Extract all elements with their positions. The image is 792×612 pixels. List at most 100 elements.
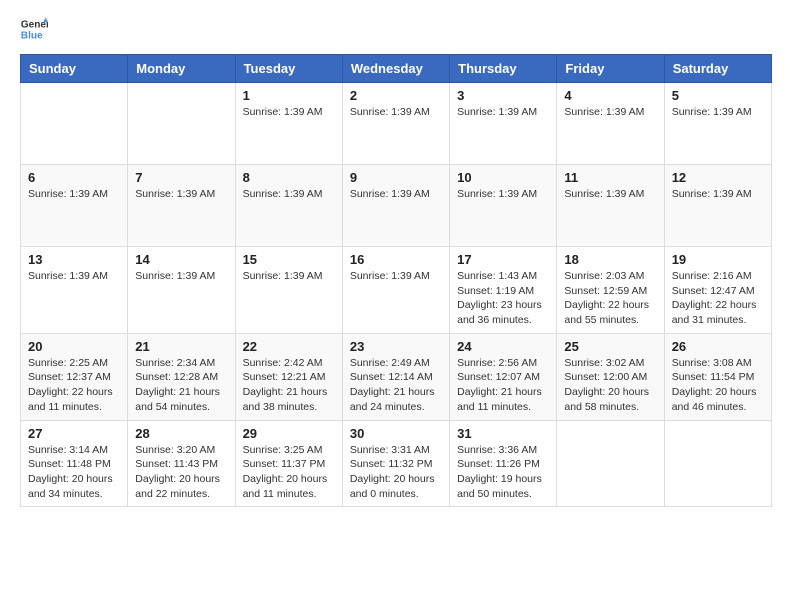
calendar-cell: [128, 83, 235, 165]
day-number: 1: [243, 88, 335, 103]
calendar-cell: [664, 420, 771, 507]
calendar-cell: 4Sunrise: 1:39 AM: [557, 83, 664, 165]
day-number: 19: [672, 252, 764, 267]
day-number: 22: [243, 339, 335, 354]
calendar-cell: 16Sunrise: 1:39 AM: [342, 247, 449, 334]
day-info: Sunrise: 3:08 AM Sunset: 11:54 PM Daylig…: [672, 356, 764, 415]
day-number: 10: [457, 170, 549, 185]
day-info: Sunrise: 1:39 AM: [672, 187, 764, 202]
day-info: Sunrise: 1:39 AM: [457, 187, 549, 202]
weekday-header-row: Sunday Monday Tuesday Wednesday Thursday…: [21, 55, 772, 83]
day-info: Sunrise: 3:14 AM Sunset: 11:48 PM Daylig…: [28, 443, 120, 502]
calendar-cell: 11 Sunrise: 1:39 AM: [557, 165, 664, 247]
day-number: 3: [457, 88, 549, 103]
calendar-cell: 25 Sunrise: 3:02 AM Sunset: 12:00 AM Dayl…: [557, 333, 664, 420]
day-info: Sunrise: 1:39 AM: [135, 269, 227, 284]
svg-text:Blue: Blue: [21, 31, 43, 42]
calendar-cell: 6Sunrise: 1:39 AM: [21, 165, 128, 247]
day-info: Sunrise: 3:31 AM Sunset: 11:32 PM Daylig…: [350, 443, 442, 502]
calendar-cell: 14 Sunrise: 1:39 AM: [128, 247, 235, 334]
day-number: 15: [243, 252, 335, 267]
day-info: Sunrise: 2:34 AM Sunset: 12:28 AM Daylig…: [135, 356, 227, 415]
calendar-week-2: 6Sunrise: 1:39 AM7Sunrise: 1:39 AM 8 Sunri…: [21, 165, 772, 247]
day-number: 29: [243, 426, 335, 441]
calendar-cell: 18 Sunrise: 2:03 AM Sunset: 12:59 AM Dayl…: [557, 247, 664, 334]
calendar-week-3: 13Sunrise: 1:39 AM 14 Sunrise: 1:39 AM 15 Su…: [21, 247, 772, 334]
header-tuesday: Tuesday: [235, 55, 342, 83]
calendar-cell: 2Sunrise: 1:39 AM: [342, 83, 449, 165]
calendar-cell: 20 Sunrise: 2:25 AM Sunset: 12:37 AM Dayl…: [21, 333, 128, 420]
calendar-table: Sunday Monday Tuesday Wednesday Thursday…: [20, 54, 772, 507]
calendar-cell: 9 Sunrise: 1:39 AM: [342, 165, 449, 247]
header-wednesday: Wednesday: [342, 55, 449, 83]
day-info: Sunrise: 1:39 AM: [28, 187, 120, 202]
day-info: Sunrise: 2:25 AM Sunset: 12:37 AM Daylig…: [28, 356, 120, 415]
day-info: Sunrise: 2:03 AM Sunset: 12:59 AM Daylig…: [564, 269, 656, 328]
calendar-cell: 24Sunrise: 2:56 AM Sunset: 12:07 AM Dayl…: [450, 333, 557, 420]
day-number: 23: [350, 339, 442, 354]
day-info: Sunrise: 3:20 AM Sunset: 11:43 PM Daylig…: [135, 443, 227, 502]
day-info: Sunrise: 2:49 AM Sunset: 12:14 AM Daylig…: [350, 356, 442, 415]
logo: General Blue: [20, 16, 48, 44]
calendar-week-5: 27 Sunrise: 3:14 AM Sunset: 11:48 PM Dayl…: [21, 420, 772, 507]
day-number: 17: [457, 252, 549, 267]
calendar-cell: [21, 83, 128, 165]
day-number: 12: [672, 170, 764, 185]
day-info: Sunrise: 1:39 AM: [564, 187, 656, 202]
day-number: 30: [350, 426, 442, 441]
day-number: 25: [564, 339, 656, 354]
day-info: Sunrise: 1:39 AM: [243, 187, 335, 202]
day-info: Sunrise: 2:16 AM Sunset: 12:47 AM Daylig…: [672, 269, 764, 328]
header-thursday: Thursday: [450, 55, 557, 83]
day-info: Sunrise: 1:39 AM: [243, 105, 335, 120]
calendar-week-1: 1Sunrise: 1:39 AM2Sunrise: 1:39 AM3Sunri…: [21, 83, 772, 165]
header-friday: Friday: [557, 55, 664, 83]
calendar-cell: 29 Sunrise: 3:25 AM Sunset: 11:37 PM Dayl…: [235, 420, 342, 507]
calendar-cell: 28Sunrise: 3:20 AM Sunset: 11:43 PM Dayl…: [128, 420, 235, 507]
calendar-cell: 26 Sunrise: 3:08 AM Sunset: 11:54 PM Dayl…: [664, 333, 771, 420]
day-info: Sunrise: 3:25 AM Sunset: 11:37 PM Daylig…: [243, 443, 335, 502]
calendar-cell: 22 Sunrise: 2:42 AM Sunset: 12:21 AM Dayl…: [235, 333, 342, 420]
header-saturday: Saturday: [664, 55, 771, 83]
logo-icon: General Blue: [20, 16, 48, 44]
day-info: Sunrise: 3:36 AM Sunset: 11:26 PM Daylig…: [457, 443, 549, 502]
day-number: 9: [350, 170, 442, 185]
calendar-cell: 8 Sunrise: 1:39 AM: [235, 165, 342, 247]
day-info: Sunrise: 1:39 AM: [350, 187, 442, 202]
header-monday: Monday: [128, 55, 235, 83]
day-number: 26: [672, 339, 764, 354]
day-number: 11: [564, 170, 656, 185]
header: General Blue: [20, 16, 772, 44]
day-number: 14: [135, 252, 227, 267]
calendar-week-4: 20 Sunrise: 2:25 AM Sunset: 12:37 AM Dayl…: [21, 333, 772, 420]
day-info: Sunrise: 1:39 AM: [243, 269, 335, 284]
calendar-cell: 7Sunrise: 1:39 AM: [128, 165, 235, 247]
calendar-cell: 17 Sunrise: 1:43 AM Sunset: 1:19 AM Dayli…: [450, 247, 557, 334]
calendar-cell: 15 Sunrise: 1:39 AM: [235, 247, 342, 334]
day-number: 8: [243, 170, 335, 185]
calendar-cell: 13Sunrise: 1:39 AM: [21, 247, 128, 334]
day-number: 2: [350, 88, 442, 103]
day-info: Sunrise: 1:43 AM Sunset: 1:19 AM Dayligh…: [457, 269, 549, 328]
day-info: Sunrise: 1:39 AM: [350, 269, 442, 284]
day-number: 20: [28, 339, 120, 354]
day-info: Sunrise: 3:02 AM Sunset: 12:00 AM Daylig…: [564, 356, 656, 415]
day-number: 31: [457, 426, 549, 441]
day-info: Sunrise: 1:39 AM: [564, 105, 656, 120]
day-info: Sunrise: 1:39 AM: [28, 269, 120, 284]
calendar-cell: 30 Sunrise: 3:31 AM Sunset: 11:32 PM Dayl…: [342, 420, 449, 507]
day-number: 5: [672, 88, 764, 103]
calendar-cell: 31 Sunrise: 3:36 AM Sunset: 11:26 PM Dayl…: [450, 420, 557, 507]
calendar-cell: 12 Sunrise: 1:39 AM: [664, 165, 771, 247]
day-number: 21: [135, 339, 227, 354]
calendar-cell: 27 Sunrise: 3:14 AM Sunset: 11:48 PM Dayl…: [21, 420, 128, 507]
calendar-cell: 5 Sunrise: 1:39 AM: [664, 83, 771, 165]
calendar-cell: 21 Sunrise: 2:34 AM Sunset: 12:28 AM Dayl…: [128, 333, 235, 420]
day-number: 27: [28, 426, 120, 441]
day-info: Sunrise: 2:42 AM Sunset: 12:21 AM Daylig…: [243, 356, 335, 415]
calendar-cell: 1 Sunrise: 1:39 AM: [235, 83, 342, 165]
day-number: 18: [564, 252, 656, 267]
day-info: Sunrise: 1:39 AM: [672, 105, 764, 120]
page: General Blue Sunday Monday Tuesday Wedne…: [0, 0, 792, 612]
calendar-cell: 19 Sunrise: 2:16 AM Sunset: 12:47 AM Dayl…: [664, 247, 771, 334]
